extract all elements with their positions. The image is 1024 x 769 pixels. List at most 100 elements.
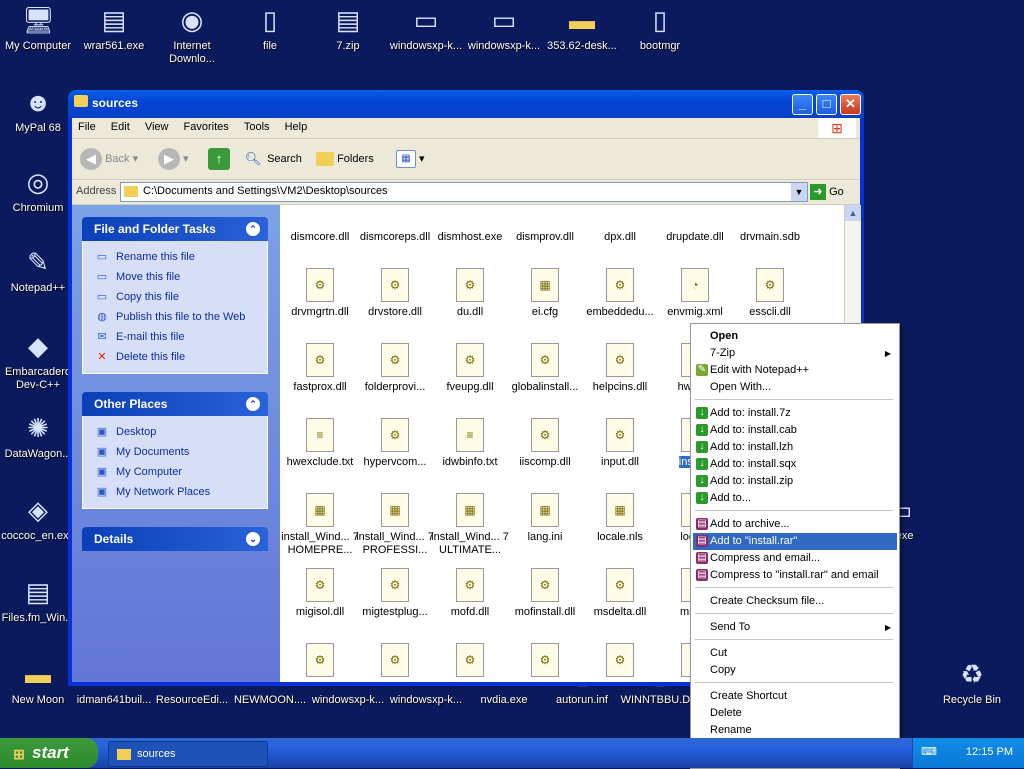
desktop-icon[interactable]: ◎ Chromium [0,166,78,215]
file-item[interactable]: ⚙ esscli.dll [730,268,810,319]
context-menu-item[interactable]: ✎ Edit with Notepad++ [693,362,897,379]
task-item[interactable]: ▭ Move this file [95,267,267,287]
back-button[interactable]: ◀ Back ▾ [80,147,138,171]
place-item[interactable]: ▣ My Documents [95,442,267,462]
close-button[interactable]: ✕ [840,94,861,115]
context-menu-item[interactable]: ↓ Add to... [693,490,897,507]
context-menu-item[interactable]: ▤ Compress to "install.rar" and email [693,567,897,584]
file-item[interactable]: ▦ install_Wind... 7 HOMEPRE... [280,493,360,557]
context-menu-item[interactable]: ↓ Add to: install.sqx [693,456,897,473]
desktop-icon[interactable]: ◈ coccoc_en.exe [0,494,78,543]
details-header[interactable]: Details ⌄ [82,527,268,551]
desktop-icon[interactable]: ▯ bootmgr [620,4,700,53]
context-menu-item[interactable]: ↓ Add to: install.7z [693,405,897,422]
desktop-icon[interactable]: ▭ windowsxp-k... [464,4,544,53]
file-item[interactable]: ⚙dismhost.exe [430,205,510,244]
address-input[interactable]: C:\Documents and Settings\VM2\Desktop\so… [120,182,808,202]
desktop-icon[interactable]: ▬ New Moon [0,658,78,707]
task-item[interactable]: ✕ Delete this file [95,347,267,367]
file-item[interactable]: ⚙ drvmgrtn.dll [280,268,360,319]
menu-tools[interactable]: Tools [238,118,276,136]
file-item[interactable]: ⚙ helpcins.dll [580,343,660,394]
file-item[interactable]: ▦ install_Wind... 7 PROFESSI... [355,493,435,557]
menu-view[interactable]: View [139,118,175,136]
desktop-icon[interactable]: ▬ 353.62-desk... [542,4,622,53]
file-item[interactable]: ⚙ embeddedu... [580,268,660,319]
file-item[interactable]: ⚙ drvstore.dll [355,268,435,319]
desktop-icon[interactable]: ▭ windowsxp-k... [386,4,466,53]
file-item[interactable]: ⚙ migisol.dll [280,568,360,619]
context-menu-item[interactable]: Create Checksum file... [693,593,897,610]
file-item[interactable]: ⚙ msdelta.dll [580,568,660,619]
desktop-icon[interactable]: ▤ wrar561.exe [74,4,154,53]
file-item[interactable]: ▦ ei.cfg [505,268,585,319]
file-item[interactable]: ⚙ nlsbres.dll [505,643,585,682]
context-menu-item[interactable]: Open [693,328,897,345]
file-item[interactable]: ≡ hwexclude.txt [280,418,360,469]
taskbar-item-sources[interactable]: sources [108,741,268,767]
file-item[interactable]: ⚙dpx.dll [580,205,660,244]
file-item[interactable]: ▦ locale.nls [580,493,660,544]
up-folder-button[interactable]: ↑ [208,147,230,171]
file-item[interactable]: ⚙ mofd.dll [430,568,510,619]
desktop-icon[interactable]: ✺ DataWagon... [0,412,78,461]
desktop-icon[interactable]: ◆ Embarcadero Dev-C++ [0,330,78,392]
file-item[interactable]: ⚙ fveupg.dll [430,343,510,394]
context-menu-item[interactable]: ↓ Add to: install.cab [693,422,897,439]
file-item[interactable]: ⚙ folderprovi... [355,343,435,394]
forward-button[interactable]: ▶ ▾ [158,147,189,171]
folders-button[interactable]: Folders [316,147,374,171]
chevron-down-icon[interactable]: ▼ [791,183,807,201]
context-menu-item[interactable]: Copy [693,662,897,679]
context-menu-item[interactable]: Rename [693,722,897,739]
go-button[interactable]: ➜ Go [810,183,844,201]
file-item[interactable]: ⚙ migtestplug... [355,568,435,619]
desktop-icon[interactable]: ▤ 7.zip [308,4,388,53]
title-bar[interactable]: sources _ □ ✕ [68,90,864,118]
file-folder-tasks-header[interactable]: File and Folder Tasks ⌃ [82,217,268,241]
file-item[interactable]: ⚙ globalinstall... [505,343,585,394]
file-item[interactable]: ▦ lang.ini [505,493,585,544]
file-item[interactable]: ⚙ msxml6r.dll [355,643,435,682]
desktop-icon[interactable]: ▤ Files.fm_Win... [0,576,78,625]
search-button[interactable]: 🔍︎ Search [242,147,302,171]
context-menu-item[interactable]: 7-Zip ▶ [693,345,897,362]
expand-icon[interactable]: ⌄ [246,532,260,546]
file-item[interactable]: ◔ envmig.xml [655,268,735,319]
file-item[interactable]: ⚙ iiscomp.dll [505,418,585,469]
context-menu-item[interactable]: ▤ Compress and email... [693,550,897,567]
collapse-icon[interactable]: ⌃ [246,222,260,236]
context-menu-item[interactable]: Send To ▶ [693,619,897,636]
place-item[interactable]: ▣ Desktop [95,422,267,442]
task-item[interactable]: ◍ Publish this file to the Web [95,307,267,327]
collapse-icon[interactable]: ⌃ [246,397,260,411]
file-item[interactable]: ⚙ msxml6.dll [280,643,360,682]
desktop-icon[interactable]: ☻ MyPal 68 [0,86,78,135]
file-item[interactable]: ▦ install_Wind... 7 ULTIMATE... [430,493,510,557]
desktop-icon[interactable]: 🖥︎ My Computer [0,4,78,53]
file-item[interactable]: ⚙ du.dll [430,268,510,319]
context-menu-item[interactable]: ▤ Add to archive... [693,516,897,533]
desktop-icon[interactable]: ◉ Internet Downlo... [152,4,232,66]
menu-edit[interactable]: Edit [105,118,136,136]
keyboard-icon[interactable]: ⌨ [921,746,937,758]
file-item[interactable]: ⚙ hypervcom... [355,418,435,469]
file-item[interactable]: ⚙drupdate.dll [655,205,735,244]
file-item[interactable]: ⚙ mofinstall.dll [505,568,585,619]
file-item[interactable]: ⚙drvmain.sdb [730,205,810,244]
start-button[interactable]: ⊞ start [0,738,98,768]
task-item[interactable]: ▭ Rename this file [95,247,267,267]
context-menu-item[interactable]: ↓ Add to: install.lzh [693,439,897,456]
context-menu-item[interactable]: Delete [693,705,897,722]
desktop-icon[interactable]: ✎ Notepad++ [0,246,78,295]
place-item[interactable]: ▣ My Network Places [95,482,267,502]
views-button[interactable]: ▦ ▾ [396,147,425,171]
scroll-up-arrow[interactable]: ▲ [845,205,861,221]
minimize-button[interactable]: _ [792,94,813,115]
desktop-icon[interactable]: ▯ file [230,4,310,53]
context-menu-item[interactable]: Create Shortcut [693,688,897,705]
place-item[interactable]: ▣ My Computer [95,462,267,482]
menu-favorites[interactable]: Favorites [178,118,235,136]
file-item[interactable]: ⚙ input.dll [580,418,660,469]
desktop-icon[interactable]: ♻ Recycle Bin [932,658,1012,707]
